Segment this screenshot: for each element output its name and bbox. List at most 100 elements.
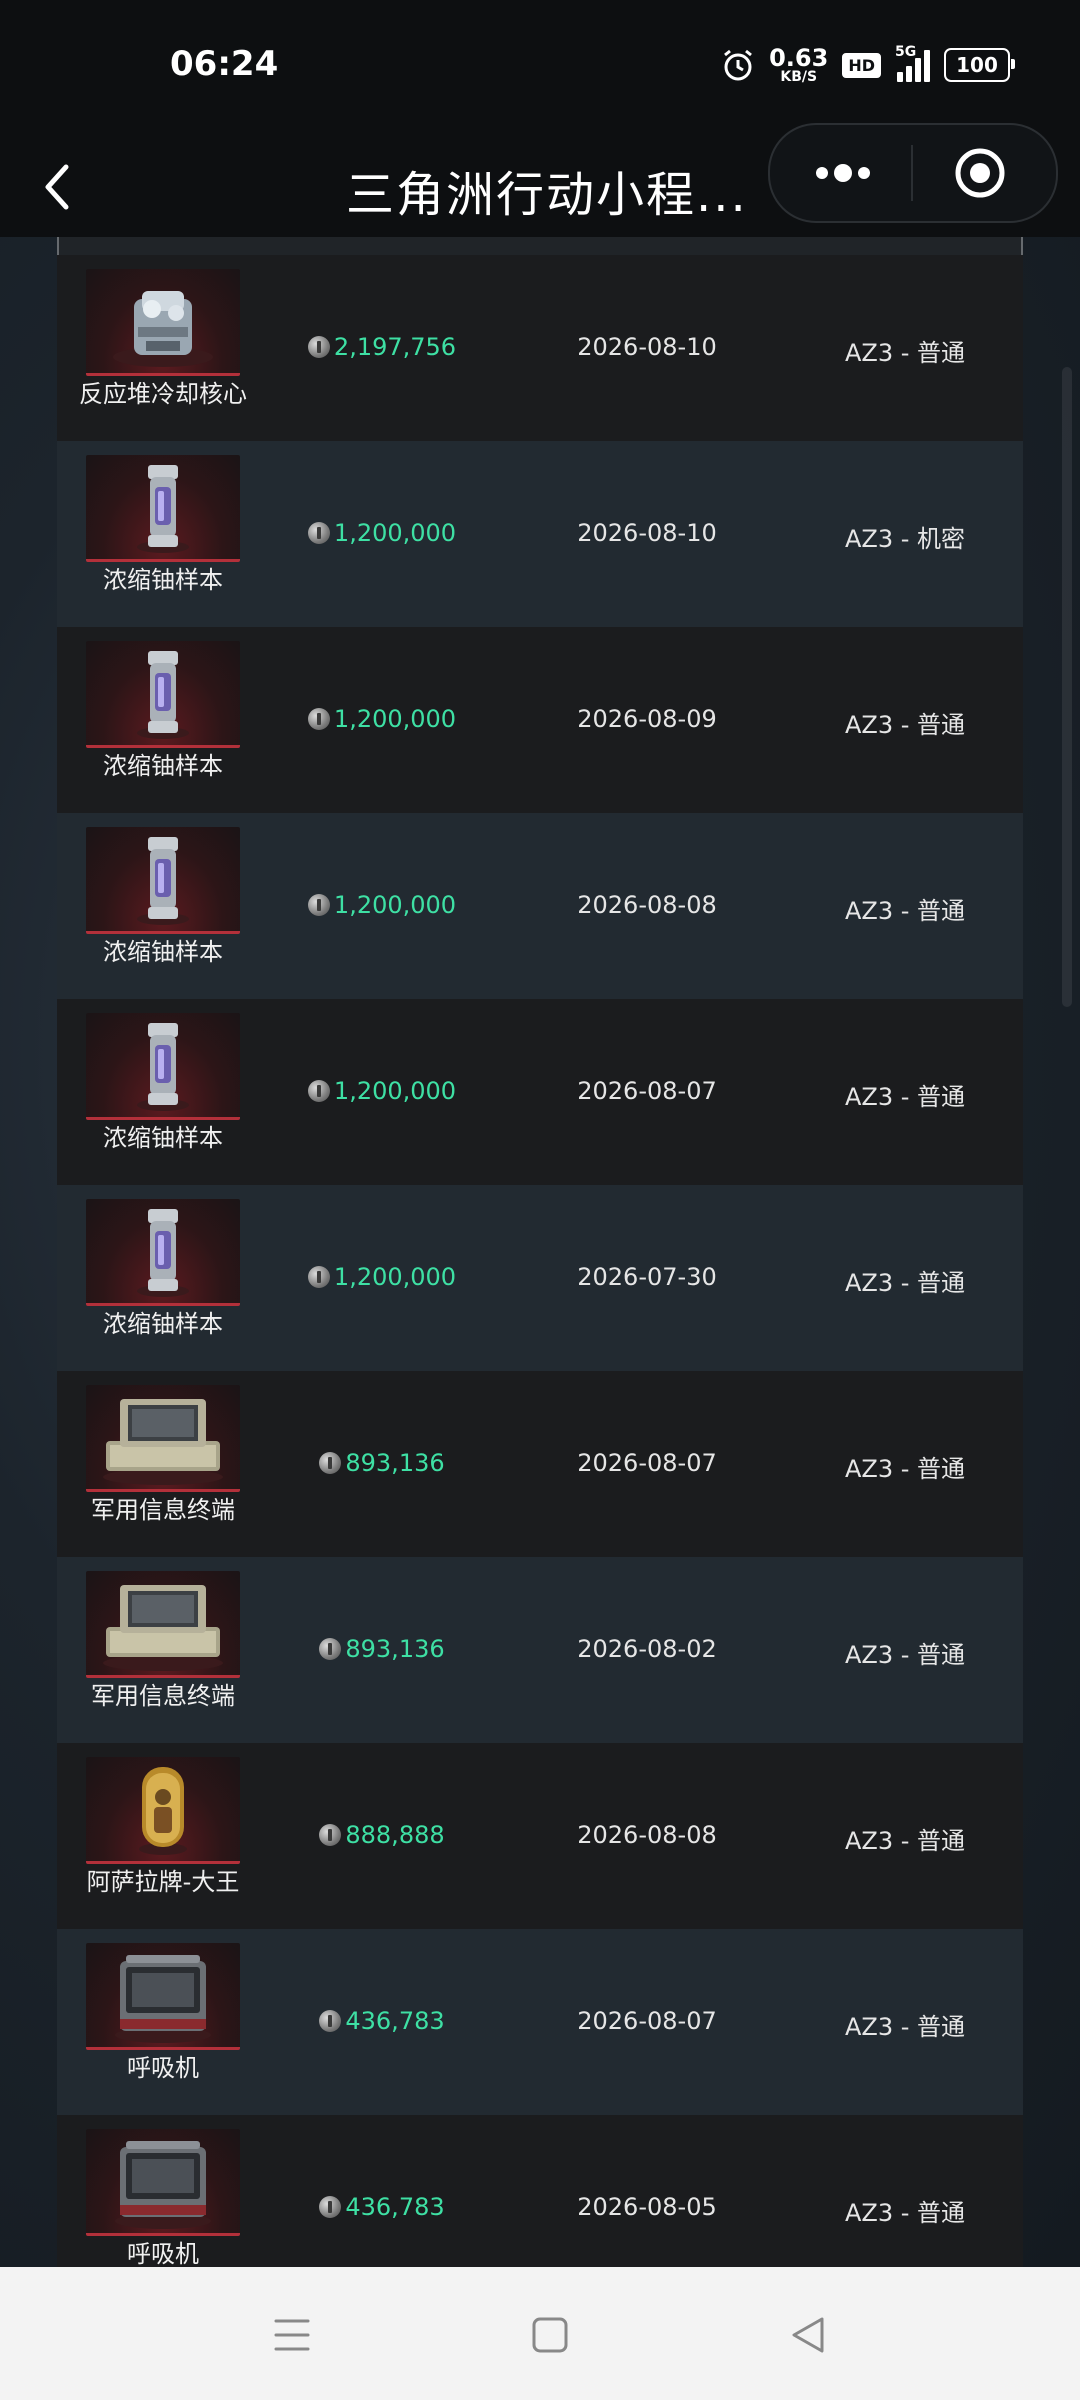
- system-nav-bar: [0, 2267, 1080, 2400]
- item-date: 2026-08-08: [577, 891, 717, 919]
- item-price: 1,200,000: [252, 705, 512, 733]
- home-icon[interactable]: [526, 2311, 574, 2359]
- item-map: AZ3 - 普通: [844, 2199, 966, 2227]
- coin-icon: [307, 1266, 330, 1288]
- menu-icon[interactable]: [268, 2311, 316, 2359]
- item-name: 浓缩铀样本: [103, 1310, 223, 1338]
- item-map: AZ3 - 普通: [844, 2013, 966, 2041]
- price-value: 1,200,000: [333, 1263, 457, 1291]
- table-row[interactable]: 阿萨拉牌-大王 888,888 2026-08-08 AZ3 - 普通: [57, 1743, 1023, 1929]
- net-speed: 0.63 KB/S: [769, 46, 828, 84]
- item-date: 2026-08-07: [577, 2007, 717, 2035]
- coin-icon: [319, 2196, 342, 2218]
- price-value: 893,136: [345, 1635, 445, 1663]
- item-date: 2026-08-05: [577, 2193, 717, 2221]
- table-row[interactable]: 浓缩铀样本 1,200,000 2026-08-10 AZ3 - 机密: [57, 441, 1023, 627]
- more-icon[interactable]: [808, 153, 878, 193]
- price-value: 1,200,000: [333, 705, 457, 733]
- coin-icon: [319, 1638, 342, 1660]
- uranium-sample-icon: [86, 1013, 240, 1120]
- coin-icon: [307, 1080, 330, 1102]
- item-name: 浓缩铀样本: [103, 938, 223, 966]
- item-date: 2026-08-07: [577, 1077, 717, 1105]
- price-value: 1,200,000: [333, 519, 457, 547]
- item-price: 1,200,000: [252, 1263, 512, 1291]
- item-price: 1,200,000: [252, 1077, 512, 1105]
- item-map: AZ3 - 普通: [844, 711, 966, 739]
- uranium-sample-icon: [86, 1199, 240, 1306]
- price-value: 893,136: [345, 1449, 445, 1477]
- coin-icon: [319, 2010, 342, 2032]
- item-name: 军用信息终端: [91, 1682, 235, 1710]
- item-date: 2026-08-08: [577, 1821, 717, 1849]
- item-name: 军用信息终端: [91, 1496, 235, 1524]
- item-price: 436,783: [252, 2193, 512, 2221]
- back-arrow-icon[interactable]: [36, 147, 116, 227]
- price-value: 888,888: [345, 1821, 445, 1849]
- uranium-sample-icon: [86, 641, 240, 748]
- status-icons: 0.63 KB/S HD 5G 100: [721, 44, 1015, 84]
- price-value: 436,783: [345, 2193, 445, 2221]
- item-price: 436,783: [252, 2007, 512, 2035]
- item-name: 浓缩铀样本: [103, 1124, 223, 1152]
- item-map: AZ3 - 机密: [844, 525, 966, 553]
- price-value: 2,197,756: [333, 333, 457, 361]
- item-name: 反应堆冷却核心: [79, 380, 247, 408]
- content-area[interactable]: 反应堆冷却核心 2,197,756 2026-08-10 AZ3 - 普通 浓缩铀样本 1…: [0, 237, 1080, 2267]
- asala-card-icon: [86, 1757, 240, 1864]
- coin-icon: [319, 1452, 342, 1474]
- military-terminal-icon: [86, 1385, 240, 1492]
- records-table: 反应堆冷却核心 2,197,756 2026-08-10 AZ3 - 普通 浓缩铀样本 1…: [57, 237, 1023, 2267]
- scrollbar[interactable]: [1062, 367, 1072, 1007]
- uranium-sample-icon: [86, 827, 240, 934]
- item-price: 1,200,000: [252, 519, 512, 547]
- ventilator-icon: [86, 2129, 240, 2236]
- alarm-icon: [724, 49, 753, 81]
- item-name: 呼吸机: [127, 2240, 199, 2267]
- item-name: 浓缩铀样本: [103, 566, 223, 594]
- item-price: 2,197,756: [252, 333, 512, 361]
- price-value: 436,783: [345, 2007, 445, 2035]
- price-value: 1,200,000: [333, 1077, 457, 1105]
- table-row[interactable]: 呼吸机 436,783 2026-08-05 AZ3 - 普通: [57, 2115, 1023, 2267]
- table-row[interactable]: 军用信息终端 893,136 2026-08-07 AZ3 - 普通: [57, 1371, 1023, 1557]
- close-miniprogram-icon[interactable]: [954, 147, 1006, 199]
- table-row[interactable]: 浓缩铀样本 1,200,000 2026-08-08 AZ3 - 普通: [57, 813, 1023, 999]
- price-value: 1,200,000: [333, 891, 457, 919]
- table-row[interactable]: 浓缩铀样本 1,200,000 2026-08-07 AZ3 - 普通: [57, 999, 1023, 1185]
- item-map: AZ3 - 普通: [844, 1269, 966, 1297]
- item-date: 2026-08-10: [577, 333, 717, 361]
- net-speed-unit: KB/S: [780, 69, 818, 85]
- battery-level: 100: [956, 53, 998, 77]
- status-time: 06:24: [170, 44, 279, 84]
- title-bar: 三角洲行动小程...: [0, 123, 1080, 237]
- item-name: 浓缩铀样本: [103, 752, 223, 780]
- item-date: 2026-08-09: [577, 705, 717, 733]
- table-row[interactable]: 反应堆冷却核心 2,197,756 2026-08-10 AZ3 - 普通: [57, 255, 1023, 441]
- coin-icon: [307, 336, 330, 358]
- item-date: 2026-08-02: [577, 1635, 717, 1663]
- item-date: 2026-07-30: [577, 1263, 717, 1291]
- item-map: AZ3 - 普通: [844, 1641, 966, 1669]
- item-price: 893,136: [252, 1449, 512, 1477]
- miniprogram-capsule: [768, 123, 1058, 223]
- item-price: 893,136: [252, 1635, 512, 1663]
- item-name: 阿萨拉牌-大王: [86, 1868, 240, 1896]
- item-date: 2026-08-07: [577, 1449, 717, 1477]
- reactor-core-icon: [86, 269, 240, 376]
- table-row[interactable]: 浓缩铀样本 1,200,000 2026-07-30 AZ3 - 普通: [57, 1185, 1023, 1371]
- table-header-remnant: [57, 237, 1023, 255]
- table-row[interactable]: 军用信息终端 893,136 2026-08-02 AZ3 - 普通: [57, 1557, 1023, 1743]
- table-row[interactable]: 呼吸机 436,783 2026-08-07 AZ3 - 普通: [57, 1929, 1023, 2115]
- item-name: 呼吸机: [127, 2054, 199, 2082]
- back-icon[interactable]: [784, 2311, 832, 2359]
- item-price: 888,888: [252, 1821, 512, 1849]
- item-map: AZ3 - 普通: [844, 1083, 966, 1111]
- item-map: AZ3 - 普通: [844, 897, 966, 925]
- signal-icon: 5G: [895, 44, 930, 82]
- hd-badge: HD: [842, 52, 881, 78]
- table-row[interactable]: 浓缩铀样本 1,200,000 2026-08-09 AZ3 - 普通: [57, 627, 1023, 813]
- item-map: AZ3 - 普通: [844, 1455, 966, 1483]
- net-speed-value: 0.63: [769, 44, 829, 72]
- coin-icon: [307, 894, 330, 916]
